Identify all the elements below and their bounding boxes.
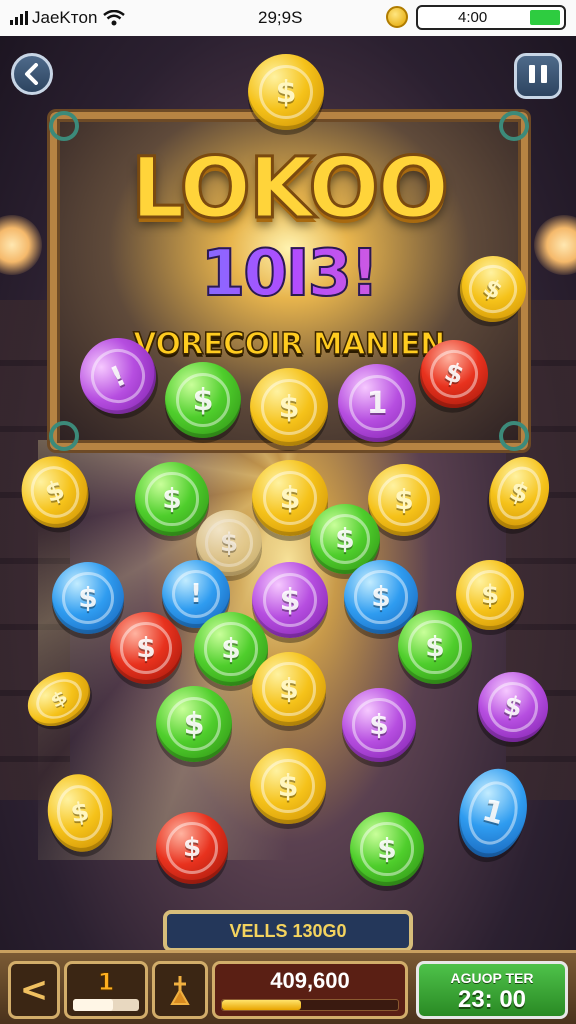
coin-green[interactable]: $	[135, 462, 209, 536]
level-panel: 1	[64, 961, 148, 1019]
broom-icon	[170, 976, 190, 1005]
coin-icon	[386, 6, 408, 28]
chevron-left-icon: <	[19, 970, 49, 1010]
pause-button[interactable]	[514, 53, 562, 99]
timer-value: 23: 00	[457, 986, 527, 1013]
coin-green[interactable]: $	[165, 362, 241, 438]
frame-ornament	[499, 421, 529, 451]
banner-score: 10I3!	[57, 236, 521, 312]
coin-gold[interactable]: $	[456, 560, 524, 630]
coin-blue[interactable]: $	[52, 562, 124, 634]
bottom-info-label: VELLS 130G0	[163, 910, 413, 952]
coin-green[interactable]: $	[350, 812, 424, 886]
carrier-name: JaeKтon	[32, 8, 98, 27]
coin-purple[interactable]: $	[342, 688, 416, 762]
battery-fill	[530, 10, 560, 25]
chevron-left-icon	[25, 63, 38, 85]
score-value: 409,600	[270, 968, 350, 993]
coin-green[interactable]: $	[156, 686, 232, 762]
score-panel: 409,600	[212, 961, 408, 1019]
battery-indicator: 4:00	[416, 5, 566, 30]
timer-panel[interactable]: AGUOP TER 23: 00	[416, 961, 568, 1019]
score-progress-bar	[221, 999, 399, 1011]
coin-red[interactable]: $	[110, 612, 182, 684]
tool-button[interactable]	[152, 961, 208, 1019]
battery-label: 4:00	[458, 9, 488, 26]
coin-purple[interactable]: 1	[338, 364, 416, 442]
wifi-icon	[103, 10, 126, 26]
signal-icon	[10, 11, 28, 25]
coin-red[interactable]: $	[156, 812, 228, 884]
coin-gold[interactable]: $	[250, 748, 326, 824]
frame-ornament	[499, 111, 529, 141]
coin-gold[interactable]: $	[250, 368, 328, 446]
level-progress-bar	[73, 999, 139, 1011]
wall-lamp-left	[0, 215, 42, 275]
coin-green[interactable]: $	[398, 610, 472, 684]
wall-lamp-right	[534, 215, 576, 275]
frame-ornament	[49, 421, 79, 451]
coin-gold[interactable]: $	[368, 464, 440, 536]
timer-label: AGUOP TER	[450, 970, 534, 986]
bottom-hud: < 1 409,600 AGUOP TER 23: 00	[0, 950, 576, 1024]
level-number: 1	[97, 968, 115, 997]
hud-back-button[interactable]: <	[8, 961, 60, 1019]
frame-ornament	[49, 111, 79, 141]
level-progress-fill	[73, 999, 113, 1011]
clock: 29;9S	[258, 8, 303, 27]
score-progress-fill	[222, 1000, 302, 1010]
coin-purple[interactable]: $	[252, 562, 328, 638]
banner-title: LOKOO	[129, 138, 450, 239]
status-bar: JaeKтon 29;9S 4:00	[0, 0, 576, 36]
back-button[interactable]	[11, 53, 53, 95]
pause-icon	[526, 65, 550, 87]
coin-gold[interactable]: $	[252, 652, 326, 726]
coin-gold[interactable]: $	[248, 54, 324, 130]
